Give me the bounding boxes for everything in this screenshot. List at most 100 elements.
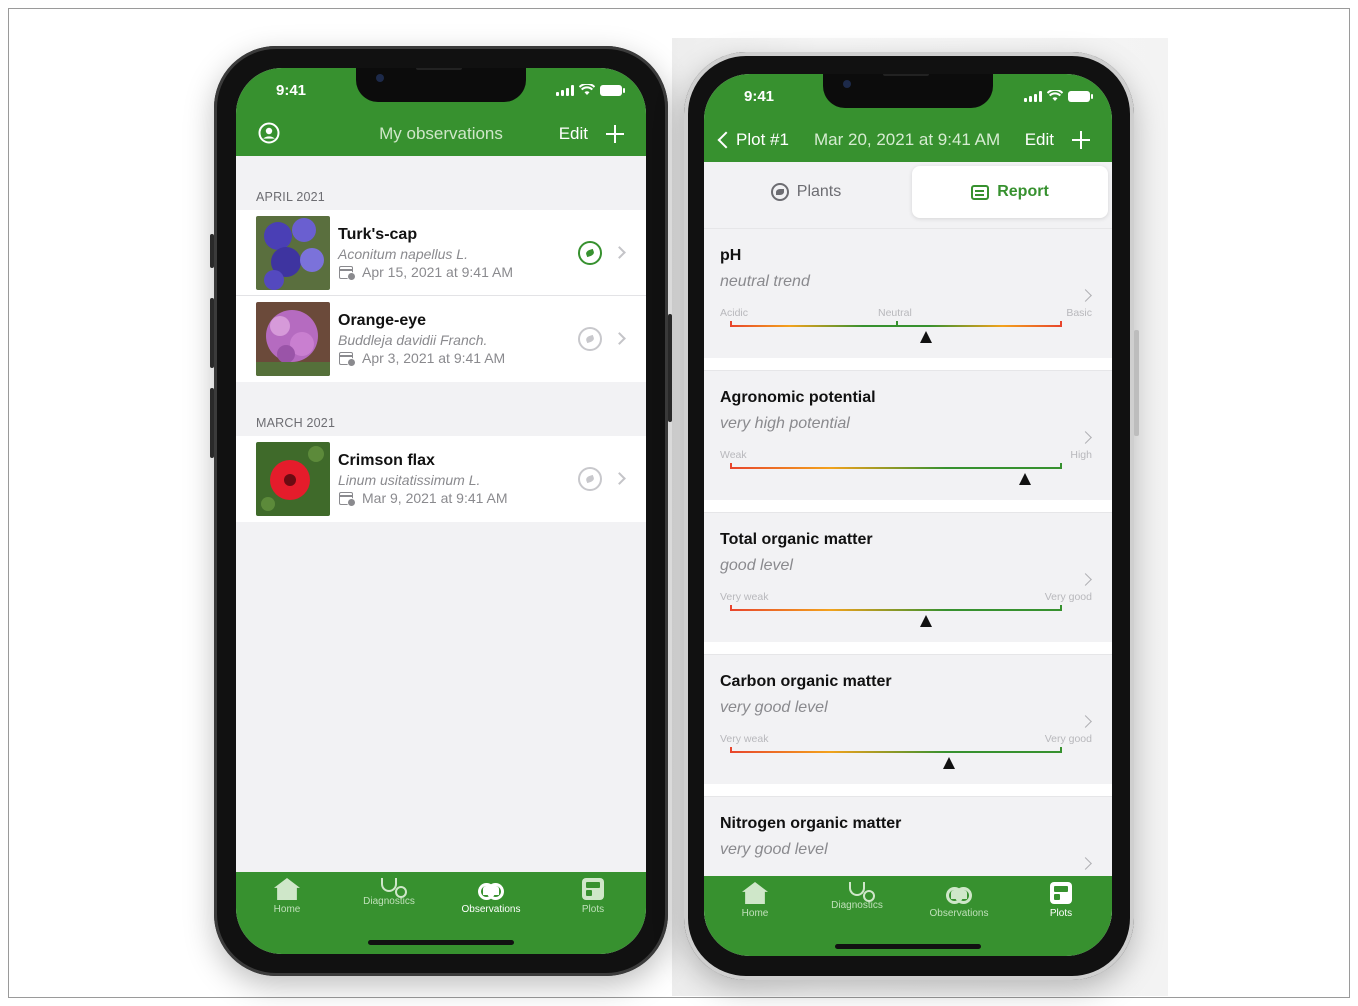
gauge-indicator-icon bbox=[919, 615, 932, 627]
plant-name: Orange-eye bbox=[338, 312, 427, 329]
tab-label: Plots bbox=[1049, 908, 1073, 919]
section-header: MARCH 2021 bbox=[256, 416, 336, 430]
gauge-bar bbox=[730, 751, 1062, 753]
tab-plots[interactable]: Plots bbox=[542, 872, 644, 915]
tab-plants[interactable]: Plants bbox=[704, 166, 908, 218]
left-phone: 9:41 My observations Edit APRIL 2021 Turk… bbox=[210, 46, 672, 976]
status-time: 9:41 bbox=[744, 88, 775, 105]
tab-plants-label: Plants bbox=[796, 183, 842, 200]
gauge-tick bbox=[1060, 605, 1062, 611]
home-icon bbox=[274, 878, 300, 900]
report-card[interactable]: Carbon organic matter very good level Very… bbox=[704, 654, 1112, 784]
chevron-right-icon bbox=[613, 332, 626, 345]
gauge-tick bbox=[730, 463, 732, 469]
chevron-right-icon bbox=[1079, 715, 1092, 728]
tab-observations[interactable]: Observations bbox=[908, 876, 1010, 919]
tab-label: Home bbox=[273, 904, 301, 915]
side-button bbox=[668, 314, 672, 422]
tab-report[interactable]: Report bbox=[912, 166, 1108, 218]
tab-label: Observations bbox=[461, 904, 521, 915]
gauge-tick bbox=[1060, 321, 1062, 327]
home-indicator bbox=[835, 944, 981, 949]
calendar-icon bbox=[339, 352, 356, 367]
chevron-right-icon bbox=[1079, 857, 1092, 870]
chevron-right-icon bbox=[1079, 289, 1092, 302]
plant-icon bbox=[770, 183, 789, 201]
scale-max-label: Very good bbox=[1044, 733, 1092, 745]
chevron-right-icon bbox=[1079, 573, 1092, 586]
status-icons bbox=[1024, 90, 1093, 102]
card-gap bbox=[704, 642, 1112, 654]
stethoscope-icon bbox=[381, 878, 407, 898]
tab-home[interactable]: Home bbox=[236, 872, 338, 915]
wifi-icon bbox=[1047, 90, 1063, 101]
segmented-control: Plants Report bbox=[704, 162, 1112, 228]
list-item[interactable]: Crimson flax Linum usitatissimum L. Mar 9,… bbox=[236, 436, 646, 522]
status-icons bbox=[556, 84, 625, 96]
scientific-name: Aconitum napellus L. bbox=[338, 246, 468, 262]
gauge-indicator-icon bbox=[1019, 473, 1032, 485]
report-card[interactable]: Agronomic potential very high potential We… bbox=[704, 370, 1112, 500]
observation-date: Apr 3, 2021 at 9:41 AM bbox=[362, 350, 506, 366]
card-gap bbox=[704, 500, 1112, 512]
side-button bbox=[210, 298, 214, 368]
add-icon[interactable] bbox=[1072, 131, 1090, 149]
sync-icon[interactable] bbox=[578, 241, 602, 265]
sync-icon[interactable] bbox=[578, 327, 602, 351]
tab-label: Observations bbox=[929, 908, 989, 919]
metric-status: very good level bbox=[720, 841, 828, 858]
binoculars-icon bbox=[478, 878, 504, 900]
gauge-indicator-icon bbox=[943, 757, 956, 769]
edit-button[interactable]: Edit bbox=[1025, 130, 1054, 150]
side-button bbox=[210, 388, 214, 458]
gauge-tick bbox=[1060, 747, 1062, 753]
tab-diagnostics[interactable]: Diagnostics bbox=[806, 876, 908, 911]
scale-mid-label: Neutral bbox=[878, 307, 912, 319]
scale-gauge bbox=[730, 321, 1062, 343]
tab-plots[interactable]: Plots bbox=[1010, 876, 1112, 919]
tab-home[interactable]: Home bbox=[704, 876, 806, 919]
plant-photo bbox=[256, 442, 330, 516]
list-item[interactable]: Orange-eye Buddleja davidii Franch. Apr 3,… bbox=[236, 296, 646, 382]
status-time: 9:41 bbox=[276, 82, 307, 99]
binoculars-icon bbox=[946, 882, 972, 904]
calendar-icon bbox=[339, 266, 356, 281]
report-card[interactable]: pH neutral trend Acidic Neutral Basic bbox=[704, 228, 1112, 358]
report-icon bbox=[971, 184, 990, 200]
tab-label: Diagnostics bbox=[363, 896, 415, 907]
list-item[interactable]: Turk's-cap Aconitum napellus L. Apr 15, 20… bbox=[236, 210, 646, 296]
scale-gauge bbox=[730, 605, 1062, 627]
back-chevron-icon[interactable] bbox=[717, 131, 735, 149]
metric-title: pH bbox=[720, 247, 742, 264]
back-button[interactable]: Plot #1 bbox=[736, 130, 789, 150]
left-screen: 9:41 My observations Edit APRIL 2021 Turk… bbox=[236, 68, 646, 954]
metric-title: Agronomic potential bbox=[720, 389, 876, 406]
metric-title: Carbon organic matter bbox=[720, 673, 892, 690]
plant-photo bbox=[256, 216, 330, 290]
report-card[interactable]: Total organic matter good level Very weak V… bbox=[704, 512, 1112, 642]
sync-icon[interactable] bbox=[578, 467, 602, 491]
scale-max-label: Basic bbox=[1066, 307, 1092, 319]
metric-title: Nitrogen organic matter bbox=[720, 815, 902, 832]
home-indicator bbox=[368, 940, 514, 945]
section-header: APRIL 2021 bbox=[256, 190, 325, 204]
tab-observations[interactable]: Observations bbox=[440, 872, 542, 915]
scale-gauge bbox=[730, 747, 1062, 769]
metric-title: Total organic matter bbox=[720, 531, 873, 548]
plant-name: Crimson flax bbox=[338, 452, 435, 469]
scientific-name: Linum usitatissimum L. bbox=[338, 472, 481, 488]
scientific-name: Buddleja davidii Franch. bbox=[338, 332, 488, 348]
metric-status: very high potential bbox=[720, 415, 850, 432]
scale-min-label: Very weak bbox=[720, 733, 769, 745]
side-button bbox=[1134, 330, 1139, 436]
observation-date: Mar 9, 2021 at 9:41 AM bbox=[362, 490, 508, 506]
add-icon[interactable] bbox=[606, 125, 624, 143]
tab-diagnostics[interactable]: Diagnostics bbox=[338, 872, 440, 907]
edit-button[interactable]: Edit bbox=[559, 124, 588, 144]
stethoscope-icon bbox=[849, 882, 875, 902]
metric-status: good level bbox=[720, 557, 793, 574]
observation-date: Apr 15, 2021 at 9:41 AM bbox=[362, 264, 513, 280]
scale-min-label: Acidic bbox=[720, 307, 749, 319]
scale-min-label: Weak bbox=[720, 449, 747, 461]
gauge-tick bbox=[1060, 463, 1062, 469]
